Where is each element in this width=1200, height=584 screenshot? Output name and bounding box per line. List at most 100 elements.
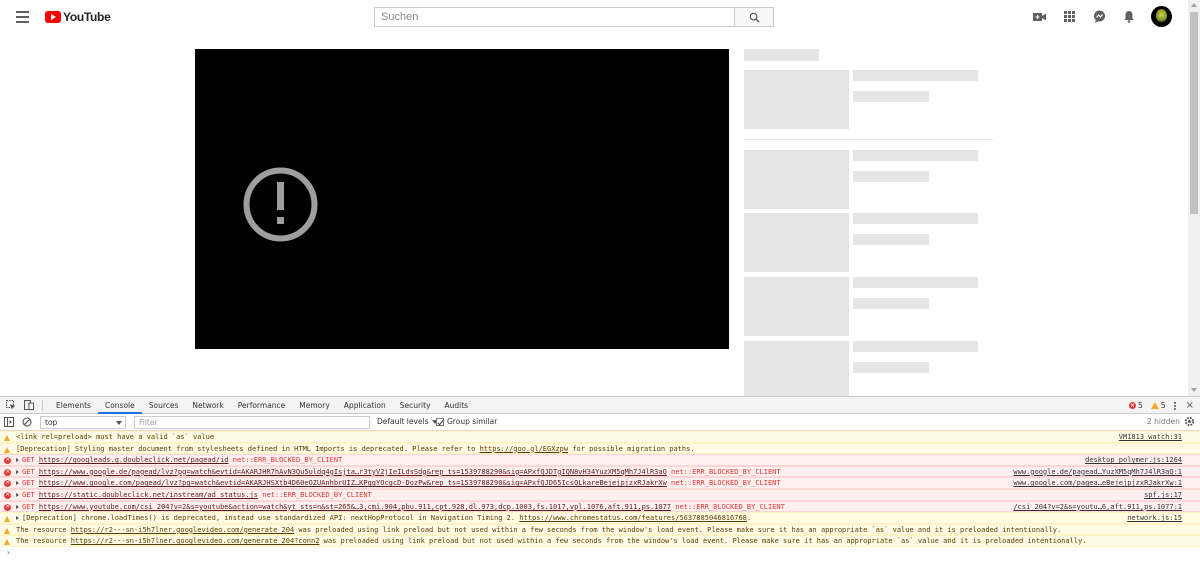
scroll-up-arrow-icon[interactable]: [1191, 3, 1197, 7]
inspect-element-icon[interactable]: [4, 398, 18, 412]
message-text: was preloaded using link preload but not…: [294, 525, 1062, 534]
console-filter-input[interactable]: [134, 416, 370, 429]
console-message[interactable]: GET https://googleads.g.doubleclick.net/…: [0, 454, 1200, 466]
messages-icon[interactable]: [1091, 9, 1107, 25]
console-message[interactable]: GET https://static.doubleclick.net/instr…: [0, 488, 1200, 501]
console-sidebar-toggle-icon[interactable]: [4, 417, 14, 429]
header-actions: [1031, 6, 1172, 27]
meta-placeholder: [853, 171, 929, 182]
console-prompt[interactable]: ›: [0, 547, 1200, 559]
search-bar: [374, 7, 774, 27]
message-source-link[interactable]: /csi_204?v=2&s=youtu…6,aft.911,ps.1077:1: [1013, 502, 1182, 512]
create-video-icon[interactable]: [1031, 9, 1047, 25]
thumbnail-placeholder: [744, 213, 849, 272]
message-text: net::ERR_BLOCKED_BY_CLIENT: [666, 467, 781, 476]
error-count-badge[interactable]: × 5: [1129, 401, 1143, 410]
log-levels-dropdown[interactable]: Default levels: [377, 417, 438, 426]
message-link[interactable]: https://goo.gl/EGXzpw: [480, 445, 569, 453]
message-link[interactable]: https://www.chromestatus.com/features/56…: [519, 514, 747, 522]
search-input[interactable]: [374, 7, 734, 27]
group-similar-toggle[interactable]: Group similar: [436, 417, 497, 426]
error-icon: ×: [1129, 402, 1137, 409]
error-icon: [4, 478, 11, 488]
console-message[interactable]: <link rel=preload> must have a valid `as…: [0, 431, 1200, 443]
scroll-down-arrow-icon[interactable]: [1191, 388, 1197, 392]
console-filter-bar: top Default levels Group similar 2 hidde…: [0, 414, 1200, 431]
tab-performance[interactable]: Performance: [231, 397, 293, 414]
message-link[interactable]: https://static.doubleclick.net/instream/…: [39, 491, 258, 499]
message-source-link[interactable]: desktop_polymer.js:1264: [1085, 455, 1182, 465]
message-text: <link rel=preload> must have a valid `as…: [16, 433, 215, 441]
youtube-play-icon: [45, 11, 61, 23]
youtube-header: YouTube: [0, 0, 1188, 34]
message-text: net::ERR_BLOCKED_BY_CLIENT: [258, 490, 372, 499]
console-message[interactable]: [Deprecation] chrome.loadTimes() is depr…: [0, 512, 1200, 524]
apps-grid-icon[interactable]: [1061, 9, 1077, 25]
console-message[interactable]: The resource https://r2---sn-i5h7lner.go…: [0, 523, 1200, 536]
expand-arrow-icon[interactable]: [16, 458, 19, 463]
console-message[interactable]: [Deprecation] Styling master document fr…: [0, 442, 1200, 455]
search-button[interactable]: [734, 7, 774, 27]
expand-arrow-icon[interactable]: [16, 504, 19, 509]
console-message[interactable]: GET https://www.google.com/pagead/lvz?pg…: [0, 477, 1200, 489]
expand-arrow-icon[interactable]: [16, 469, 19, 474]
youtube-logo[interactable]: YouTube: [45, 10, 111, 24]
message-source-link[interactable]: www.google.de/pagead…YuzXM5qMh7J4lR3aQ:1: [1013, 467, 1182, 477]
tab-memory[interactable]: Memory: [292, 397, 337, 414]
console-message[interactable]: GET https://www.google.de/pagead/lvz?pg=…: [0, 465, 1200, 478]
expand-arrow-icon[interactable]: [16, 516, 19, 521]
message-link[interactable]: https://www.google.de/pagead/lvz?pg=watc…: [39, 468, 667, 476]
expand-arrow-icon[interactable]: [16, 481, 19, 486]
message-text: net::ERR_BLOCKED_BY_CLIENT: [666, 479, 781, 488]
console-settings-gear-icon[interactable]: [1184, 416, 1195, 429]
expand-arrow-icon[interactable]: [16, 492, 19, 497]
error-icon: [4, 467, 11, 476]
request-method: GET: [22, 479, 39, 488]
device-toolbar-icon[interactable]: [22, 398, 36, 412]
tab-audits[interactable]: Audits: [438, 397, 476, 414]
menu-icon[interactable]: [16, 11, 29, 23]
sidebar-heading-placeholder: [744, 49, 819, 61]
message-link[interactable]: https://www.youtube.com/csi_204?v=2&s=yo…: [39, 503, 671, 511]
console-message[interactable]: GET https://www.youtube.com/csi_204?v=2&…: [0, 500, 1200, 513]
console-message[interactable]: The resource https://r2---sn-i5h7lner.go…: [0, 535, 1200, 547]
warning-count-badge[interactable]: 5: [1150, 401, 1166, 410]
devtools-tabbar: Elements Console Sources Network Perform…: [0, 397, 1200, 414]
tab-security[interactable]: Security: [393, 397, 438, 414]
scrollbar-thumb[interactable]: [1190, 12, 1198, 214]
request-method: GET: [22, 467, 39, 476]
more-options-icon[interactable]: [1173, 401, 1178, 410]
message-source-link[interactable]: spf.js:17: [1144, 490, 1182, 500]
error-icon: [4, 455, 11, 465]
tab-console[interactable]: Console: [97, 397, 142, 414]
thumbnail-placeholder: [744, 277, 849, 336]
sidebar-divider: [744, 139, 993, 140]
close-devtools-icon[interactable]: ×: [1186, 400, 1194, 411]
message-link[interactable]: https://www.google.com/pagead/lvz?pg=wat…: [39, 479, 667, 487]
meta-placeholder: [853, 234, 929, 245]
message-source-link[interactable]: www.google.com/pagea…eBejejpjzxRJakrXw:1: [1013, 478, 1182, 488]
tab-network[interactable]: Network: [185, 397, 230, 414]
error-icon: [4, 502, 11, 511]
tab-sources[interactable]: Sources: [142, 397, 186, 414]
clear-console-icon[interactable]: [22, 417, 32, 429]
message-text: net::ERR_BLOCKED_BY_CLIENT: [671, 502, 785, 511]
thumbnail-placeholder: [744, 70, 849, 129]
error-count: 5: [1138, 401, 1143, 410]
devtools-panel: Elements Console Sources Network Perform…: [0, 396, 1200, 584]
user-avatar[interactable]: [1151, 6, 1172, 27]
logo-wordmark: YouTube: [63, 10, 111, 24]
context-selector[interactable]: top: [40, 416, 126, 429]
message-source-link[interactable]: network.js:15: [1127, 513, 1182, 523]
page-scrollbar[interactable]: [1188, 0, 1200, 396]
message-link[interactable]: https://googleads.g.doubleclick.net/page…: [39, 456, 229, 464]
group-similar-checkbox[interactable]: [436, 417, 444, 426]
notifications-bell-icon[interactable]: [1121, 9, 1137, 25]
tab-elements[interactable]: Elements: [49, 397, 98, 414]
message-source-link[interactable]: VM1813 watch:31: [1119, 432, 1182, 442]
message-link[interactable]: https://r2---sn-i5h7lner.googlevideo.com…: [71, 537, 320, 545]
title-placeholder: [853, 341, 978, 352]
meta-placeholder: [853, 362, 929, 373]
message-link[interactable]: https://r2---sn-i5h7lner.googlevideo.com…: [71, 526, 294, 534]
tab-application[interactable]: Application: [337, 397, 393, 414]
